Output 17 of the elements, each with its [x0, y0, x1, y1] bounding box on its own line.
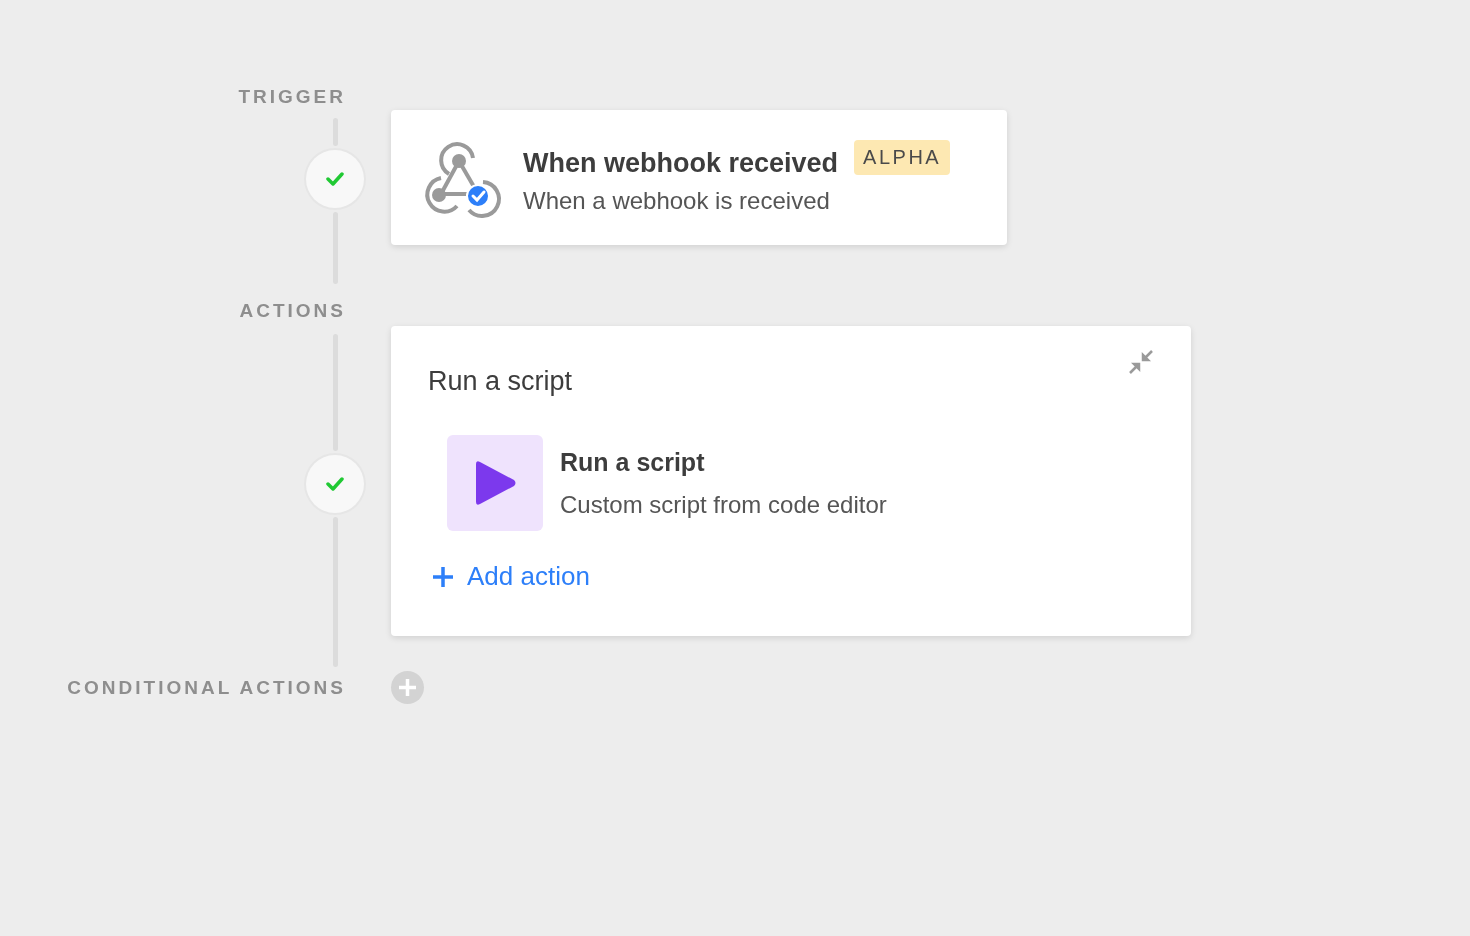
check-icon	[326, 172, 344, 186]
trigger-title: When webhook received	[523, 148, 839, 179]
plus-icon	[398, 678, 417, 697]
section-label: TRIGGER	[238, 86, 346, 108]
trigger-description: When a webhook is received	[523, 187, 831, 215]
collapse-icon[interactable]	[1127, 348, 1155, 376]
plus-icon	[432, 565, 454, 588]
add-action-link[interactable]: Add action	[432, 561, 590, 592]
alpha-badge: ALPHA	[854, 140, 951, 175]
action-description: Custom script from code editor	[560, 490, 887, 519]
action-card-title: Run a script	[428, 366, 573, 397]
script-tile[interactable]	[447, 435, 543, 531]
action-title: Run a script	[560, 447, 706, 477]
section-label: ACTIONS	[239, 300, 346, 322]
check-icon	[326, 477, 344, 491]
add-conditional-button[interactable]	[391, 671, 424, 704]
section-label: CONDITIONAL ACTIONS	[67, 676, 346, 699]
